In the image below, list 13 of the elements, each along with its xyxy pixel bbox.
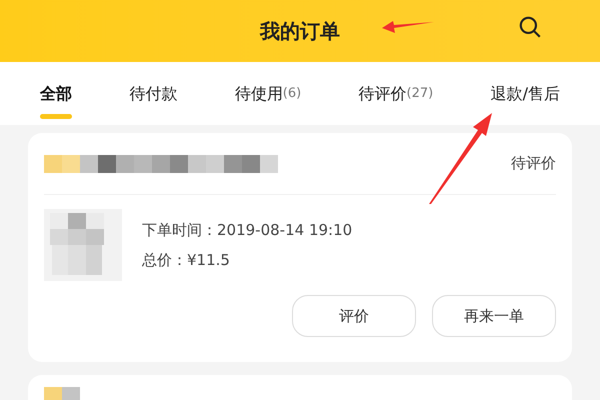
order-tab[interactable]: 待评价(27) — [358, 62, 434, 125]
order-total: 总价：¥11.5 — [142, 250, 231, 271]
order-action-button[interactable]: 评价 — [292, 295, 416, 337]
order-tab[interactable]: 待付款 — [129, 62, 178, 125]
page-title: 我的订单 — [260, 18, 340, 45]
order-tab[interactable]: 全部 — [40, 62, 72, 125]
order-status: 待评价 — [511, 153, 556, 174]
order-tab[interactable]: 退款/售后 — [490, 62, 560, 125]
blurred-shop-name-drawing — [44, 387, 80, 400]
search-icon[interactable] — [517, 14, 543, 40]
order-tab[interactable]: 待使用(6) — [234, 62, 302, 125]
order-action-button[interactable]: 再来一单 — [432, 295, 556, 337]
order-time: 下单时间：2019-08-14 19:10 — [142, 220, 352, 240]
